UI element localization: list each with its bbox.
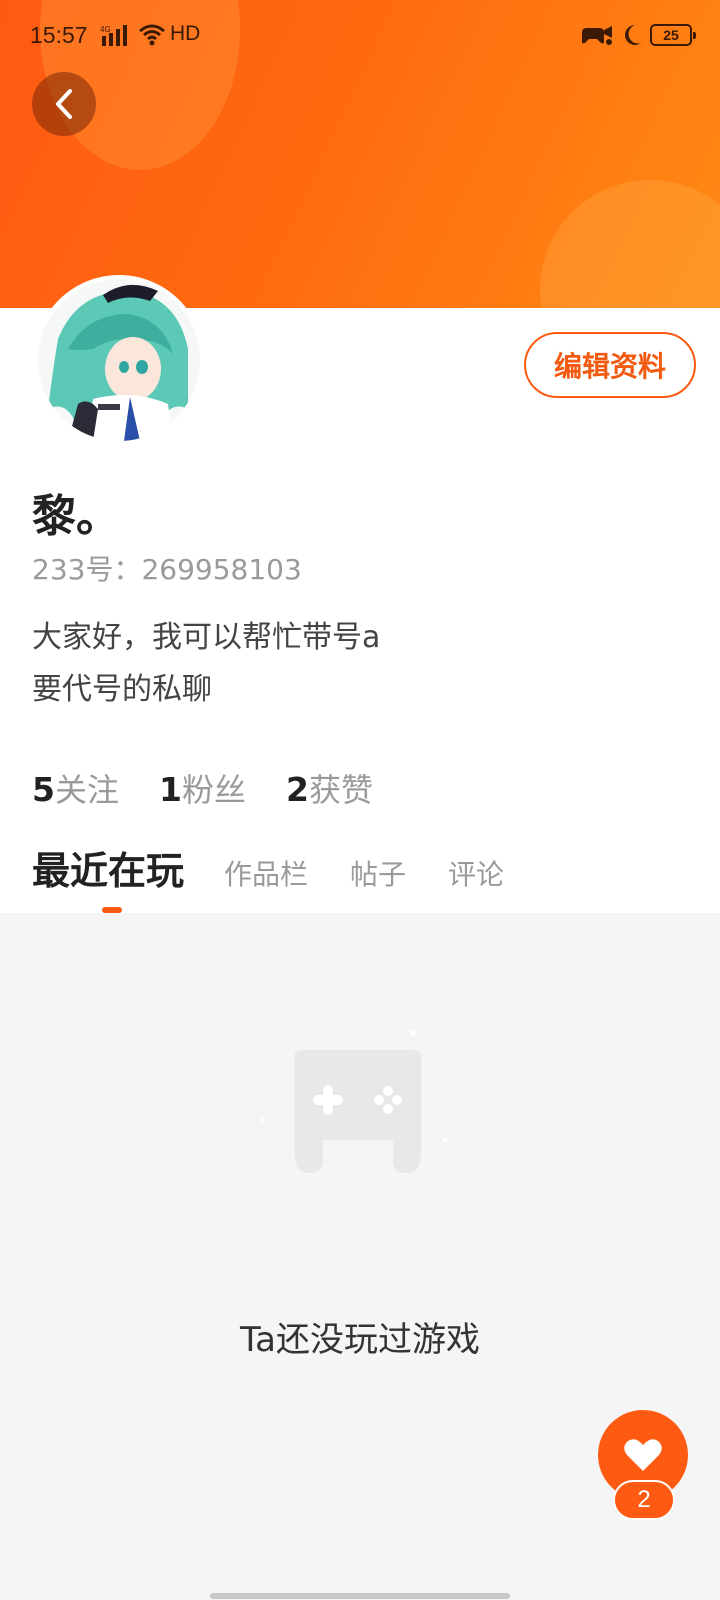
like-count-badge: 2	[613, 1480, 675, 1520]
gamepad-icon	[261, 1030, 447, 1173]
do-not-disturb-icon	[625, 25, 641, 45]
empty-state-message: Ta还没玩过游戏	[240, 1320, 480, 1360]
back-button[interactable]	[32, 72, 96, 136]
stat-label: 获赞	[308, 771, 373, 809]
stat-count: 1	[158, 770, 182, 809]
avatar-image	[38, 279, 200, 441]
account-id[interactable]: 233号：269958103	[32, 548, 302, 588]
cellular-signal-icon: 4G	[100, 25, 127, 46]
stat-likes[interactable]: 2 获赞	[286, 765, 373, 811]
avatar[interactable]	[34, 275, 204, 445]
tab-comments[interactable]: 评论	[448, 853, 504, 893]
bio-line: 要代号的私聊	[32, 672, 212, 707]
game-mode-icon	[582, 26, 612, 45]
stat-following[interactable]: 5 关注	[32, 765, 119, 811]
battery-icon: 25	[650, 24, 696, 46]
edit-profile-button[interactable]: 编辑资料	[524, 332, 696, 398]
tab-works[interactable]: 作品栏	[224, 853, 308, 893]
stat-label: 粉丝	[181, 771, 246, 809]
heart-icon	[624, 1439, 662, 1471]
home-indicator[interactable]	[210, 1593, 510, 1599]
stats-row: 5 关注 1 粉丝 2 获赞	[32, 765, 373, 811]
svg-text:4G: 4G	[100, 25, 111, 34]
status-bar: 15:57 4G HD 25	[0, 0, 720, 72]
chevron-left-icon	[56, 89, 72, 119]
tab-indicator	[102, 907, 122, 913]
stat-label: 关注	[54, 771, 119, 809]
wifi-icon	[139, 24, 165, 46]
bio: 大家好，我可以帮忙带号a 要代号的私聊	[32, 612, 380, 716]
tab-posts[interactable]: 帖子	[350, 853, 406, 893]
username: 黎。	[32, 491, 120, 542]
status-time: 15:57	[30, 22, 88, 48]
network-type: HD	[170, 22, 201, 45]
stat-count: 5	[32, 770, 55, 809]
banner-decoration	[540, 180, 720, 308]
bio-line: 大家好，我可以帮忙带号a	[32, 620, 381, 655]
profile-screen: 15:57 4G HD 25 编辑资料 黎。 233号：269958103 大家…	[0, 0, 720, 1600]
profile-tabs: 最近在玩 作品栏 帖子 评论	[32, 840, 546, 900]
stat-followers[interactable]: 1 粉丝	[159, 765, 246, 811]
tab-recently-played[interactable]: 最近在玩	[32, 840, 184, 895]
stat-count: 2	[285, 770, 309, 809]
